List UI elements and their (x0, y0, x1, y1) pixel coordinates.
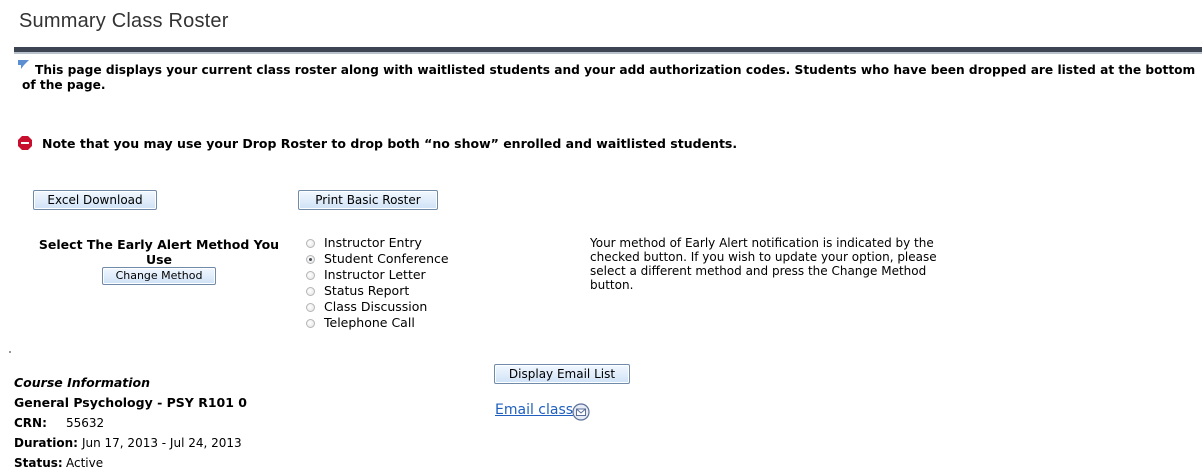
early-alert-option-class-discussion[interactable]: Class Discussion (306, 299, 449, 315)
option-label: Instructor Letter (324, 267, 426, 282)
excel-download-button[interactable]: Excel Download (33, 190, 157, 210)
radio-button[interactable] (306, 270, 315, 280)
option-label: Telephone Call (324, 315, 415, 330)
radio-button[interactable] (306, 238, 315, 248)
duration-value: Jun 17, 2013 - Jul 24, 2013 (81, 436, 242, 450)
display-email-list-button[interactable]: Display Email List (494, 364, 630, 384)
early-alert-option-instructor-entry[interactable]: Instructor Entry (306, 235, 449, 251)
early-alert-label: Select The Early Alert Method You Use (38, 237, 280, 267)
option-label: Instructor Entry (324, 235, 422, 250)
drop-roster-note: Note that you may use your Drop Roster t… (42, 136, 738, 151)
print-basic-roster-button[interactable]: Print Basic Roster (298, 190, 438, 210)
envelope-icon[interactable] (572, 403, 590, 421)
course-info-heading: Course Information (14, 375, 151, 390)
status-label: Status: (14, 456, 63, 470)
radio-button[interactable] (306, 286, 315, 296)
course-duration-row: Duration: Jun 17, 2013 - Jul 24, 2013 (14, 436, 242, 450)
title-divider (14, 47, 1202, 54)
crn-value: 55632 (66, 416, 105, 430)
radio-button-checked[interactable] (306, 254, 315, 264)
radio-button[interactable] (306, 302, 315, 312)
option-label: Student Conference (324, 251, 449, 266)
radio-button[interactable] (306, 318, 315, 328)
course-crn-row: CRN: 55632 (14, 416, 104, 430)
early-alert-option-student-conference[interactable]: Student Conference (306, 251, 449, 267)
email-class-link[interactable]: Email class (495, 402, 573, 418)
divider-mark (9, 351, 11, 353)
option-label: Class Discussion (324, 299, 428, 314)
early-alert-description: Your method of Early Alert notification … (590, 236, 937, 292)
course-name: General Psychology - PSY R101 0 (14, 395, 247, 410)
early-alert-option-status-report[interactable]: Status Report (306, 283, 449, 299)
stop-sign-icon (18, 136, 32, 150)
option-label: Status Report (324, 283, 410, 298)
early-alert-method-list: Instructor Entry Student Conference Inst… (306, 235, 449, 331)
change-method-button[interactable]: Change Method (102, 267, 216, 285)
early-alert-option-telephone-call[interactable]: Telephone Call (306, 315, 449, 331)
course-status-row: Status: Active (14, 456, 103, 470)
duration-label: Duration: (14, 436, 78, 450)
crn-label: CRN: (14, 416, 47, 430)
status-value: Active (66, 456, 104, 470)
page-title: Summary Class Roster (19, 10, 229, 32)
early-alert-option-instructor-letter[interactable]: Instructor Letter (306, 267, 449, 283)
intro-text: This page displays your current class ro… (22, 63, 1196, 92)
